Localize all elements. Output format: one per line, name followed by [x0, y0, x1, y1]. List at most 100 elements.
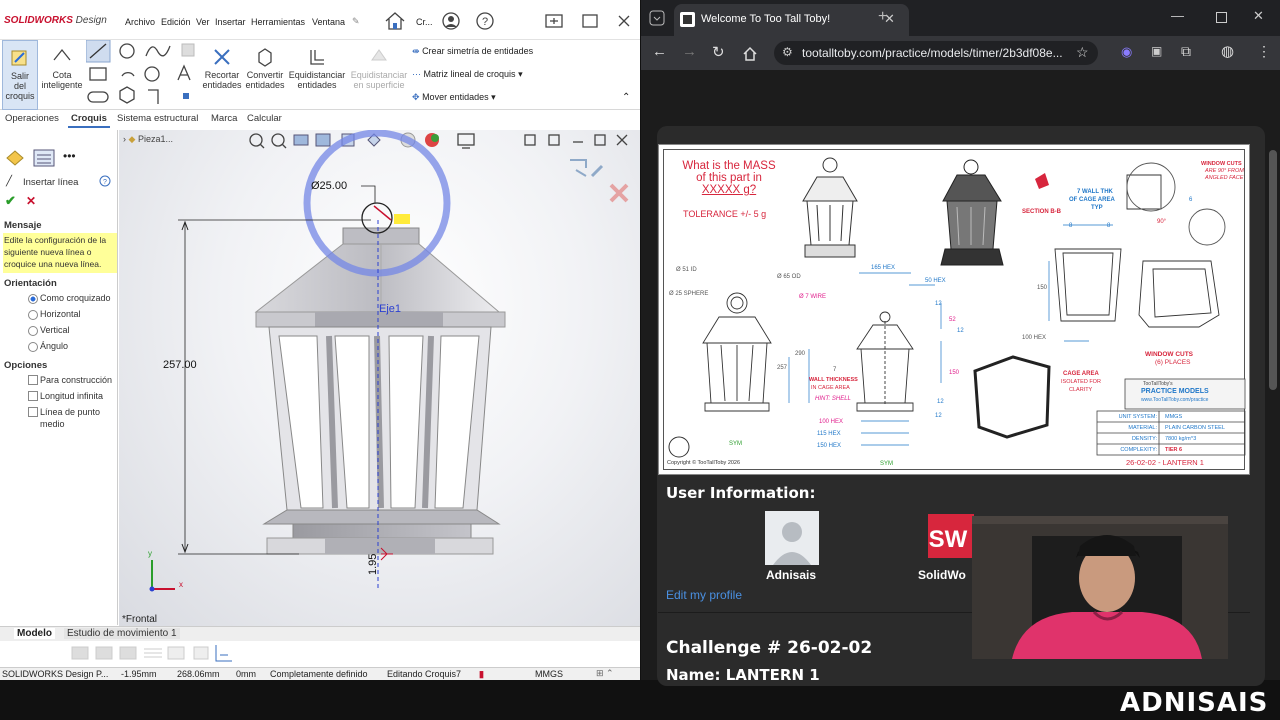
label-winc3: ANGLED FACE [1205, 175, 1244, 181]
checkbox-para-construccion[interactable]: Para construcción [26, 374, 112, 386]
tab-sistema-estructural[interactable]: Sistema estructural [114, 111, 201, 128]
smart-dim-label-1: Cota [52, 70, 72, 80]
maximize-icon[interactable] [582, 14, 598, 28]
forward-icon[interactable]: → [682, 43, 697, 60]
axis-label[interactable]: Eje1 [379, 303, 401, 315]
site-info-icon[interactable]: ⚙ [782, 45, 793, 59]
trim-label-2: entidades [202, 80, 242, 90]
orientation-header[interactable]: Orientación [4, 278, 57, 289]
more-icon[interactable]: ••• [63, 149, 76, 163]
chevron-down-icon[interactable]: ▾ [518, 69, 523, 79]
webcam-overlay [972, 516, 1228, 659]
radio-como-croquizado[interactable]: Como croquizado [26, 293, 111, 304]
move-entities-button[interactable]: ✥ Mover entidades ▾ [412, 92, 496, 103]
pin-icon[interactable]: ✎ [352, 16, 360, 27]
tab-calcular[interactable]: Calcular [244, 111, 285, 128]
property-manager-icon[interactable] [33, 149, 55, 167]
new-tab-icon[interactable]: + [878, 8, 887, 26]
solidworks-titlebar: SOLIDWORKS Design Archivo Edición Ver In… [0, 0, 640, 40]
feature-tree-icon[interactable] [4, 148, 26, 168]
exit-sketch-label-1: Salir [10, 71, 29, 81]
checkbox-linea-punto-medio[interactable]: Línea de punto medio [26, 406, 116, 430]
tab-estudio-movimiento[interactable]: Estudio de movimiento 1 [64, 628, 180, 639]
menu-ver[interactable]: Ver [196, 17, 210, 27]
height-dimension[interactable]: 257.00 [163, 359, 197, 371]
label-typ: TYP [1091, 205, 1103, 211]
options-header[interactable]: Opciones [4, 360, 47, 371]
help-icon[interactable]: ? [99, 175, 111, 187]
back-icon[interactable]: ← [652, 43, 667, 60]
table-values: MMGS PLAIN CARBON STEEL 7800 kg/m^3 TIER… [1165, 412, 1225, 456]
reload-icon[interactable]: ↻ [712, 43, 725, 61]
bookmark-star-icon[interactable]: ☆ [1076, 44, 1089, 61]
table-keys: UNIT SYSTEM: MATERIAL: DENSITY: COMPLEXI… [1099, 412, 1157, 456]
minimize-icon[interactable]: — [1171, 8, 1184, 23]
menu-icon[interactable]: ⋮ [1257, 43, 1271, 60]
challenge-name: Name: LANTERN 1 [666, 666, 820, 680]
sketch-tools-grid[interactable] [86, 40, 198, 108]
linear-pattern-button[interactable]: ⋯ Matriz lineal de croquis ▾ [412, 69, 523, 80]
exit-sketch-button[interactable]: Salir del croquis [2, 40, 38, 110]
extensions-puzzle-icon[interactable]: ⧉ [1181, 43, 1191, 60]
mirror-label: Crear simetría de entidades [422, 46, 534, 56]
rebuild-icon[interactable]: ▮ [479, 669, 484, 680]
user-icon[interactable] [442, 12, 460, 30]
window-close-icon[interactable]: ✕ [1253, 8, 1264, 24]
tab-search-icon[interactable] [649, 10, 665, 26]
table-val-complexity: TIER 6 [1165, 447, 1183, 453]
menu-archivo[interactable]: Archivo [125, 17, 155, 27]
collapse-ribbon-icon[interactable]: ⌃ [622, 92, 630, 103]
browser-tab-active[interactable]: Welcome To Too Tall Toby! ✕ [674, 4, 909, 36]
offset-entities-button[interactable]: Equidistanciar entidades [286, 40, 348, 110]
label-90deg: 90° [1157, 219, 1167, 225]
status-units[interactable]: MMGS [535, 669, 563, 679]
mirror-entities-button[interactable]: ⇼ Crear simetría de entidades [412, 46, 533, 57]
profile-icon[interactable]: ◍ [1221, 42, 1234, 60]
avatar[interactable] [765, 511, 819, 565]
solidworks-logo: SOLIDWORKS Design [4, 15, 107, 26]
bottom-toolbar[interactable] [0, 641, 640, 667]
label-wallthk: 7 WALL THK [1077, 189, 1113, 195]
radio-horizontal[interactable]: Horizontal [26, 309, 81, 320]
extension-icon[interactable]: ◉ [1121, 44, 1132, 60]
offset-dimension[interactable]: 1.95 [367, 554, 379, 575]
page-scrollbar[interactable] [1269, 150, 1277, 390]
label-id51: Ø 51 ID [676, 267, 697, 273]
address-bar[interactable]: ⚙ tootalltoby.com/practice/models/timer/… [774, 41, 1098, 65]
status-app: SOLIDWORKS Design P... [2, 669, 109, 679]
chevron-down-icon[interactable]: ▾ [491, 92, 496, 102]
menu-edicion[interactable]: Edición [161, 17, 191, 27]
search-commands[interactable]: Cr... [416, 17, 433, 27]
tab-marca[interactable]: Marca [208, 111, 240, 128]
home-icon[interactable] [384, 11, 406, 31]
customize-icon[interactable]: ⊞ ⌃ [596, 668, 614, 679]
convert-entities-button[interactable]: Convertir entidades [244, 40, 286, 110]
help-icon[interactable]: ? [476, 12, 494, 30]
home-icon[interactable] [742, 46, 758, 61]
graphics-area[interactable]: › ◆ Pieza1... Ø25.00 257.00 1.95 Eje1 y … [119, 130, 640, 626]
trim-entities-button[interactable]: Recortar entidades [200, 40, 244, 110]
radio-angulo[interactable]: Ángulo [26, 341, 68, 352]
smart-dimension-button[interactable]: Cota inteligente [40, 40, 84, 110]
svg-text:?: ? [103, 179, 107, 186]
edit-profile-link[interactable]: Edit my profile [666, 588, 742, 602]
tab-modelo[interactable]: Modelo [14, 628, 55, 639]
checkbox-longitud-infinita[interactable]: Longitud infinita [26, 390, 103, 402]
menu-insertar[interactable]: Insertar [215, 17, 246, 27]
tab-operaciones[interactable]: Operaciones [2, 111, 62, 128]
cancel-button[interactable]: ✕ [26, 194, 36, 208]
message-header[interactable]: Mensaje [4, 220, 42, 231]
close-icon[interactable] [617, 14, 631, 28]
ok-button[interactable]: ✔ [5, 193, 16, 209]
radio-vertical[interactable]: Vertical [26, 325, 70, 336]
menu-herramientas[interactable]: Herramientas [251, 17, 305, 27]
restore-icon[interactable] [545, 14, 563, 28]
menu-ventana[interactable]: Ventana [312, 17, 345, 27]
offset-surface-icon [371, 49, 387, 61]
status-y: 268.06mm [177, 669, 220, 679]
diameter-dimension[interactable]: Ø25.00 [311, 180, 347, 192]
label-h257: 257 [777, 365, 788, 371]
maximize-icon[interactable] [1216, 12, 1227, 23]
tab-croquis[interactable]: Croquis [68, 111, 110, 128]
extension-2-icon[interactable]: ▣ [1151, 44, 1162, 58]
